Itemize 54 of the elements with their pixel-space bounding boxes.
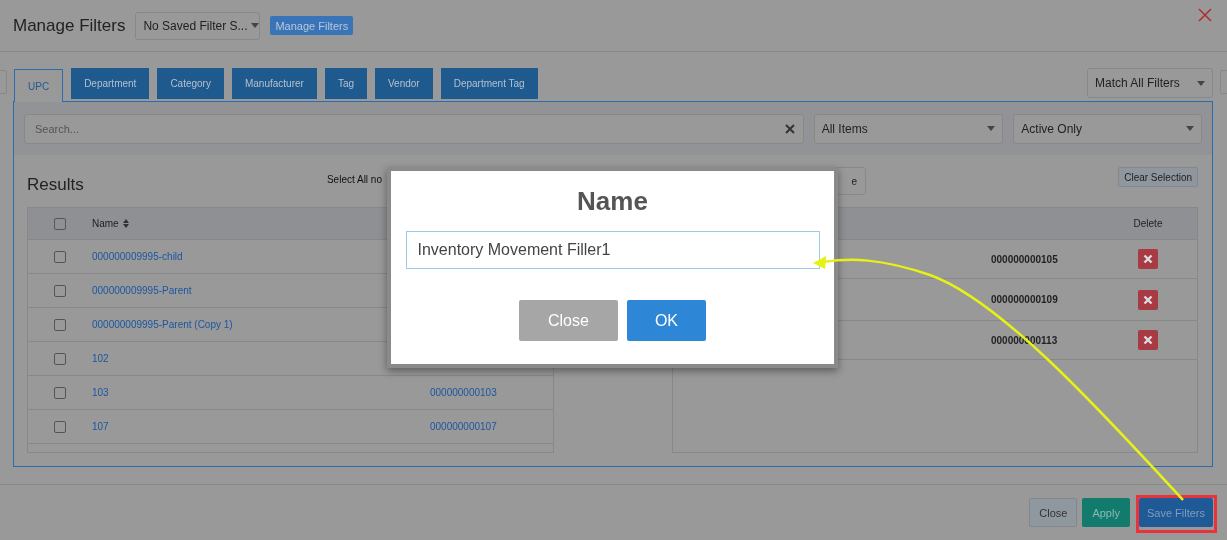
caret-icon: [987, 126, 996, 131]
clear-icon[interactable]: [784, 123, 795, 134]
row-checkbox[interactable]: [54, 250, 66, 263]
footer-button[interactable]: Close: [1029, 498, 1078, 527]
caret-icon: [251, 23, 260, 28]
delete-icon[interactable]: [1138, 330, 1158, 350]
match-select[interactable]: Match All Filters: [1087, 68, 1213, 98]
close-icon[interactable]: [1198, 8, 1212, 22]
sort-icon: [122, 219, 129, 228]
caret-icon: [1186, 126, 1194, 131]
window-title: Manage Filters: [13, 15, 126, 36]
search-field[interactable]: Search...: [24, 113, 804, 144]
clear-selection-button[interactable]: Clear Selection: [1118, 167, 1198, 187]
filter-tab[interactable]: Vendor: [375, 68, 433, 99]
results-title: Results: [27, 174, 84, 195]
delete-icon[interactable]: [1138, 249, 1158, 269]
upc-link[interactable]: 000000000107: [430, 421, 497, 432]
filter-tab[interactable]: Department: [71, 68, 150, 99]
dialog-title: Name: [577, 186, 648, 217]
items-select[interactable]: All Items: [813, 113, 1004, 144]
caret-icon: [1197, 80, 1205, 86]
row-checkbox[interactable]: [54, 420, 66, 433]
row-checkbox[interactable]: [54, 318, 66, 331]
dialog-button[interactable]: Close: [519, 300, 618, 341]
row-checkbox[interactable]: [54, 352, 66, 365]
upc-link[interactable]: 000000000103: [430, 387, 497, 398]
delete-icon[interactable]: [1138, 289, 1158, 310]
item-link[interactable]: 107: [92, 421, 109, 432]
item-link[interactable]: 000000009995-child: [92, 251, 183, 262]
status-select[interactable]: Active Only: [1013, 113, 1202, 144]
column-header: Delete: [1133, 218, 1163, 229]
dialog-button[interactable]: OK: [626, 300, 706, 341]
search-input[interactable]: Search...: [33, 121, 785, 136]
select-all-checkbox[interactable]: [54, 217, 66, 230]
filter-tab[interactable]: Department Tag: [440, 68, 538, 99]
row-checkbox[interactable]: [54, 386, 66, 399]
item-link[interactable]: 102: [92, 353, 109, 364]
name-input[interactable]: Inventory Movement Filler1: [405, 231, 820, 269]
select-all-label: Select All no: [326, 174, 382, 185]
filter-tab[interactable]: Tag: [324, 68, 367, 99]
filter-tab[interactable]: Category: [157, 68, 224, 99]
row-checkbox[interactable]: [54, 284, 66, 297]
upc-cell: 000000000109: [991, 294, 1058, 305]
filter-tab[interactable]: UPC: [14, 69, 64, 102]
upc-cell: 000000000105: [991, 253, 1058, 265]
column-header[interactable]: Name: [92, 218, 129, 229]
item-link[interactable]: 000000009995-Parent (Copy 1): [92, 319, 233, 330]
filter-tab[interactable]: Manufacturer: [231, 68, 317, 99]
item-link[interactable]: 000000009995-Parent: [92, 285, 192, 296]
item-link[interactable]: 103: [92, 387, 109, 398]
footer-button[interactable]: Save Filters: [1138, 498, 1213, 527]
saved-filter-select[interactable]: No Saved Filter S...: [135, 11, 261, 40]
footer-button[interactable]: Apply: [1082, 498, 1130, 527]
manage-filters-button[interactable]: Manage Filters: [270, 16, 354, 35]
